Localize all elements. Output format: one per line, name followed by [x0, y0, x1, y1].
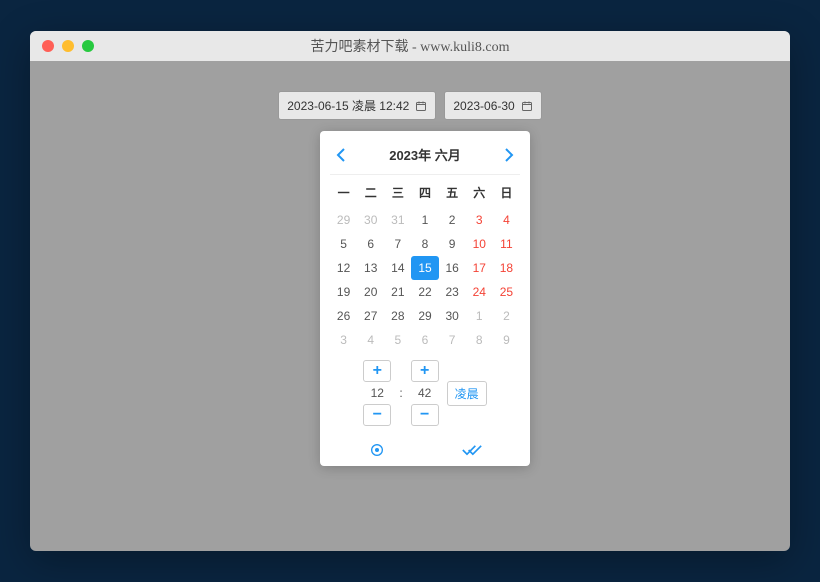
confirm-button[interactable] — [462, 442, 482, 458]
start-date-value: 2023-06-15 凌晨 12:42 — [287, 97, 409, 114]
hour-column: + 12 − — [363, 360, 391, 426]
calendar-header: 2023年 六月 — [330, 141, 520, 174]
day-cell[interactable]: 11 — [493, 232, 520, 256]
day-cell[interactable]: 3 — [466, 208, 493, 232]
hour-decrement-button[interactable]: − — [363, 404, 391, 426]
day-cell[interactable]: 29 — [411, 304, 438, 328]
end-date-input[interactable]: 2023-06-30 — [444, 91, 541, 120]
day-cell[interactable]: 7 — [384, 232, 411, 256]
time-separator: : — [399, 386, 402, 400]
day-cell[interactable]: 5 — [330, 232, 357, 256]
day-cell[interactable]: 13 — [357, 256, 384, 280]
day-cell[interactable]: 17 — [466, 256, 493, 280]
day-cell[interactable]: 24 — [466, 280, 493, 304]
close-icon[interactable] — [42, 40, 54, 52]
day-cell[interactable]: 7 — [439, 328, 466, 352]
day-cell[interactable]: 30 — [439, 304, 466, 328]
next-month-button[interactable] — [500, 146, 518, 164]
week-row: 567891011 — [330, 232, 520, 256]
weekday-header: 一二三四五六日 — [330, 174, 520, 204]
window-title: 苦力吧素材下载 - www.kuli8.com — [30, 36, 790, 56]
day-cell[interactable]: 8 — [466, 328, 493, 352]
day-cell[interactable]: 27 — [357, 304, 384, 328]
prev-month-button[interactable] — [332, 146, 350, 164]
day-cell[interactable]: 9 — [439, 232, 466, 256]
window-controls — [42, 40, 94, 52]
weekday-label: 一 — [330, 181, 357, 204]
day-cell[interactable]: 2 — [493, 304, 520, 328]
calendar-grid: 2930311234567891011121314151617181920212… — [330, 208, 520, 352]
time-picker: + 12 − : + 42 − 凌晨 — [330, 360, 520, 426]
day-cell[interactable]: 8 — [411, 232, 438, 256]
minute-increment-button[interactable]: + — [411, 360, 439, 382]
target-icon — [369, 442, 385, 458]
day-cell[interactable]: 29 — [330, 208, 357, 232]
weekday-label: 五 — [439, 181, 466, 204]
start-date-input[interactable]: 2023-06-15 凌晨 12:42 — [278, 91, 436, 120]
day-cell[interactable]: 14 — [384, 256, 411, 280]
day-cell[interactable]: 16 — [439, 256, 466, 280]
day-cell[interactable]: 30 — [357, 208, 384, 232]
minute-value[interactable]: 42 — [411, 386, 439, 400]
day-cell[interactable]: 6 — [357, 232, 384, 256]
day-cell[interactable]: 21 — [384, 280, 411, 304]
day-cell[interactable]: 20 — [357, 280, 384, 304]
minimize-icon[interactable] — [62, 40, 74, 52]
today-button[interactable] — [369, 442, 385, 458]
day-cell[interactable]: 22 — [411, 280, 438, 304]
double-check-icon — [462, 443, 482, 457]
week-row: 3456789 — [330, 328, 520, 352]
day-cell[interactable]: 15 — [411, 256, 438, 280]
day-cell[interactable]: 25 — [493, 280, 520, 304]
week-row: 19202122232425 — [330, 280, 520, 304]
weekday-label: 日 — [493, 181, 520, 204]
weekday-label: 四 — [411, 181, 438, 204]
titlebar: 苦力吧素材下载 - www.kuli8.com — [30, 31, 790, 61]
day-cell[interactable]: 23 — [439, 280, 466, 304]
hour-value[interactable]: 12 — [363, 386, 391, 400]
day-cell[interactable]: 3 — [330, 328, 357, 352]
day-cell[interactable]: 1 — [411, 208, 438, 232]
day-cell[interactable]: 9 — [493, 328, 520, 352]
ampm-toggle[interactable]: 凌晨 — [447, 381, 487, 406]
day-cell[interactable]: 2 — [439, 208, 466, 232]
hour-increment-button[interactable]: + — [363, 360, 391, 382]
day-cell[interactable]: 6 — [411, 328, 438, 352]
day-cell[interactable]: 18 — [493, 256, 520, 280]
weekday-label: 三 — [384, 181, 411, 204]
maximize-icon[interactable] — [82, 40, 94, 52]
chevron-right-icon — [504, 148, 514, 162]
content-area: 2023-06-15 凌晨 12:42 2023-06-30 2023年 六月 … — [30, 61, 790, 120]
day-cell[interactable]: 5 — [384, 328, 411, 352]
calendar-footer — [330, 432, 520, 460]
week-row: 2930311234 — [330, 208, 520, 232]
day-cell[interactable]: 19 — [330, 280, 357, 304]
minute-decrement-button[interactable]: − — [411, 404, 439, 426]
day-cell[interactable]: 1 — [466, 304, 493, 328]
calendar-popup: 2023年 六月 一二三四五六日 29303112345678910111213… — [320, 131, 530, 466]
day-cell[interactable]: 10 — [466, 232, 493, 256]
app-window: 苦力吧素材下载 - www.kuli8.com 2023-06-15 凌晨 12… — [30, 31, 790, 551]
calendar-icon — [415, 100, 427, 112]
weekday-label: 六 — [466, 181, 493, 204]
day-cell[interactable]: 4 — [357, 328, 384, 352]
date-range-inputs: 2023-06-15 凌晨 12:42 2023-06-30 — [278, 91, 541, 120]
calendar-icon — [521, 100, 533, 112]
weekday-label: 二 — [357, 181, 384, 204]
day-cell[interactable]: 26 — [330, 304, 357, 328]
day-cell[interactable]: 12 — [330, 256, 357, 280]
month-year-label[interactable]: 2023年 六月 — [389, 145, 461, 164]
end-date-value: 2023-06-30 — [453, 99, 514, 113]
chevron-left-icon — [336, 148, 346, 162]
minute-column: + 42 − — [411, 360, 439, 426]
day-cell[interactable]: 28 — [384, 304, 411, 328]
week-row: 262728293012 — [330, 304, 520, 328]
day-cell[interactable]: 31 — [384, 208, 411, 232]
week-row: 12131415161718 — [330, 256, 520, 280]
day-cell[interactable]: 4 — [493, 208, 520, 232]
